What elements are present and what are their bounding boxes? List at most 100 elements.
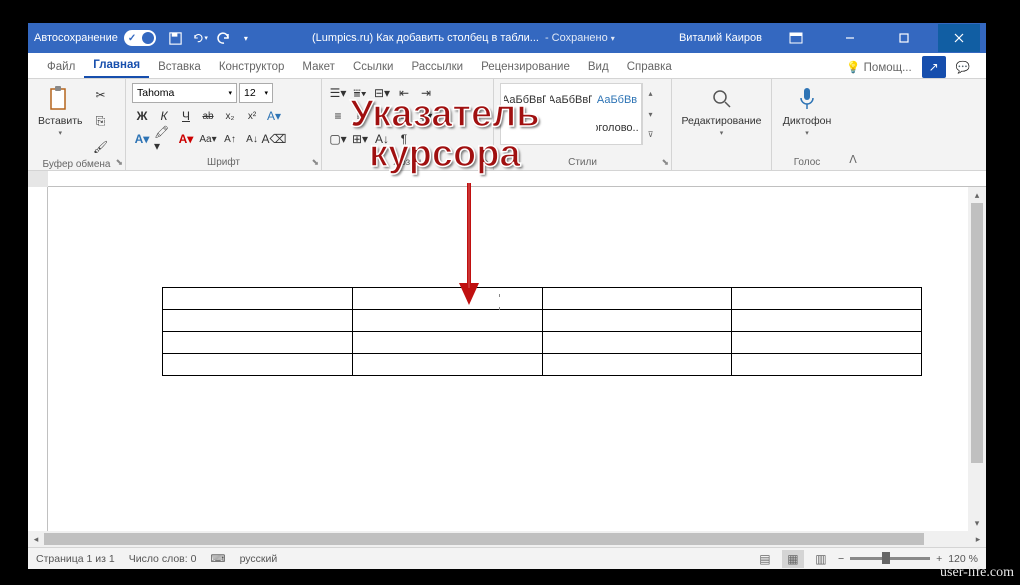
- style-heading[interactable]: АаБбВв: [595, 86, 639, 114]
- help-button[interactable]: 💡 Помощ...: [840, 57, 918, 77]
- superscript-button[interactable]: x²: [242, 106, 262, 126]
- multilevel-button[interactable]: ⊟▾: [372, 83, 392, 103]
- shrink-font-button[interactable]: A↓: [242, 129, 262, 149]
- font-selector[interactable]: Tahoma▾: [132, 83, 237, 103]
- dictate-button[interactable]: Диктофон ▾: [779, 83, 836, 139]
- autosave-toggle[interactable]: ✓: [124, 30, 156, 46]
- text-effects-button[interactable]: A▾: [264, 106, 284, 126]
- ribbon-mode-icon[interactable]: [776, 24, 816, 52]
- document-area: ▴ ▾: [28, 171, 986, 531]
- line-spacing[interactable]: ‡▾: [416, 106, 436, 126]
- format-painter-icon[interactable]: 🖌: [91, 137, 111, 157]
- style-heading-label: оголово...: [595, 114, 639, 142]
- font-color-2[interactable]: A▾: [132, 129, 152, 149]
- styles-launcher[interactable]: ⬊: [661, 157, 669, 168]
- zoom-out[interactable]: −: [838, 553, 844, 565]
- redo-icon[interactable]: [216, 30, 232, 46]
- clipboard-launcher[interactable]: ⬊: [115, 157, 123, 168]
- table-row: [163, 332, 922, 354]
- print-view-icon[interactable]: ▦: [782, 550, 804, 568]
- style-nospacing[interactable]: АаБбВвГ: [549, 86, 593, 114]
- close-button[interactable]: [938, 24, 980, 52]
- tab-layout[interactable]: Макет: [293, 56, 344, 78]
- zoom-level[interactable]: 120 %: [948, 553, 978, 565]
- underline-button[interactable]: Ч: [176, 106, 196, 126]
- web-view-icon[interactable]: ▥: [810, 550, 832, 568]
- numbering-button[interactable]: ⩸▾: [350, 83, 370, 103]
- spellcheck-icon[interactable]: ⌨: [210, 553, 225, 565]
- decrease-indent[interactable]: ⇤: [394, 83, 414, 103]
- zoom-in[interactable]: +: [936, 553, 942, 565]
- collapse-ribbon[interactable]: ᐱ: [849, 153, 857, 166]
- italic-button[interactable]: К: [154, 106, 174, 126]
- font-color-button[interactable]: A▾: [176, 129, 196, 149]
- styles-more[interactable]: ▴▾⊽: [642, 83, 658, 145]
- cut-icon[interactable]: ✂: [91, 85, 111, 105]
- align-right[interactable]: ≡: [372, 106, 392, 126]
- borders-button[interactable]: ⊞▾: [350, 129, 370, 149]
- minimize-button[interactable]: [830, 24, 870, 52]
- size-selector[interactable]: 12▾: [239, 83, 273, 103]
- shading-button[interactable]: ▢▾: [328, 129, 348, 149]
- page-status[interactable]: Страница 1 из 1: [36, 553, 115, 565]
- tab-help[interactable]: Справка: [618, 56, 681, 78]
- clear-format-button[interactable]: A⌫: [264, 129, 284, 149]
- tab-view[interactable]: Вид: [579, 56, 618, 78]
- maximize-button[interactable]: [884, 24, 924, 52]
- share-button[interactable]: ↗: [922, 56, 946, 78]
- scroll-thumb-h[interactable]: [44, 533, 924, 545]
- undo-icon[interactable]: ▾: [192, 30, 208, 46]
- language-status[interactable]: русский: [240, 553, 278, 565]
- page[interactable]: [48, 187, 968, 531]
- styles-gallery[interactable]: АаБбВвГ АаБбВвГ АаБбВв оголово...: [500, 83, 642, 145]
- word-count[interactable]: Число слов: 0: [129, 553, 197, 565]
- save-icon[interactable]: [168, 30, 184, 46]
- horizontal-ruler[interactable]: [48, 171, 986, 187]
- comments-button[interactable]: 💬: [950, 57, 976, 77]
- scroll-down-icon[interactable]: ▾: [968, 515, 986, 531]
- style-normal[interactable]: АаБбВвГ: [503, 86, 547, 114]
- grow-font-button[interactable]: A↑: [220, 129, 240, 149]
- show-marks[interactable]: ¶: [394, 129, 414, 149]
- align-left[interactable]: ≡: [328, 106, 348, 126]
- change-case-button[interactable]: Aa▾: [198, 129, 218, 149]
- align-center[interactable]: ≡: [350, 106, 370, 126]
- subscript-button[interactable]: x₂: [220, 106, 240, 126]
- justify[interactable]: ≡: [394, 106, 414, 126]
- bold-button[interactable]: Ж: [132, 106, 152, 126]
- tab-design[interactable]: Конструктор: [210, 56, 294, 78]
- check-icon: ✓: [128, 33, 136, 44]
- increase-indent[interactable]: ⇥: [416, 83, 436, 103]
- tab-home[interactable]: Главная: [84, 54, 149, 78]
- paragraph-launcher[interactable]: ⬊: [483, 157, 491, 168]
- scroll-left-icon[interactable]: ◂: [28, 534, 44, 545]
- vertical-ruler[interactable]: [28, 187, 48, 531]
- tab-review[interactable]: Рецензирование: [472, 56, 579, 78]
- font-launcher[interactable]: ⬊: [311, 157, 319, 168]
- paste-button[interactable]: Вставить ▾: [34, 83, 87, 139]
- horizontal-scrollbar[interactable]: ◂ ▸: [28, 531, 986, 547]
- table-row: [163, 310, 922, 332]
- document-table[interactable]: [162, 287, 922, 376]
- tab-insert[interactable]: Вставка: [149, 56, 210, 78]
- zoom-slider[interactable]: [850, 557, 930, 560]
- bullets-button[interactable]: ☰▾: [328, 83, 348, 103]
- scroll-up-icon[interactable]: ▴: [968, 187, 986, 203]
- vertical-scrollbar[interactable]: ▴ ▾: [968, 187, 986, 531]
- tab-references[interactable]: Ссылки: [344, 56, 403, 78]
- focus-view-icon[interactable]: ▤: [754, 550, 776, 568]
- user-name[interactable]: Виталий Каиров: [679, 32, 762, 44]
- strike-button[interactable]: ab: [198, 106, 218, 126]
- editing-button[interactable]: Редактирование ▾: [678, 83, 766, 139]
- sort-button[interactable]: A↓: [372, 129, 392, 149]
- scroll-thumb[interactable]: [971, 203, 983, 463]
- copy-icon[interactable]: ⎘: [91, 111, 111, 131]
- styles-label: Стили: [500, 155, 665, 170]
- tab-file[interactable]: Файл: [38, 56, 84, 78]
- highlight-button[interactable]: 🖍▾: [154, 129, 174, 149]
- statusbar: Страница 1 из 1 Число слов: 0 ⌨ русский …: [28, 547, 986, 569]
- scroll-right-icon[interactable]: ▸: [970, 534, 986, 545]
- tab-mailings[interactable]: Рассылки: [402, 56, 472, 78]
- paragraph-label: Абзац: [328, 155, 487, 170]
- saved-status[interactable]: Сохранено: [552, 32, 608, 44]
